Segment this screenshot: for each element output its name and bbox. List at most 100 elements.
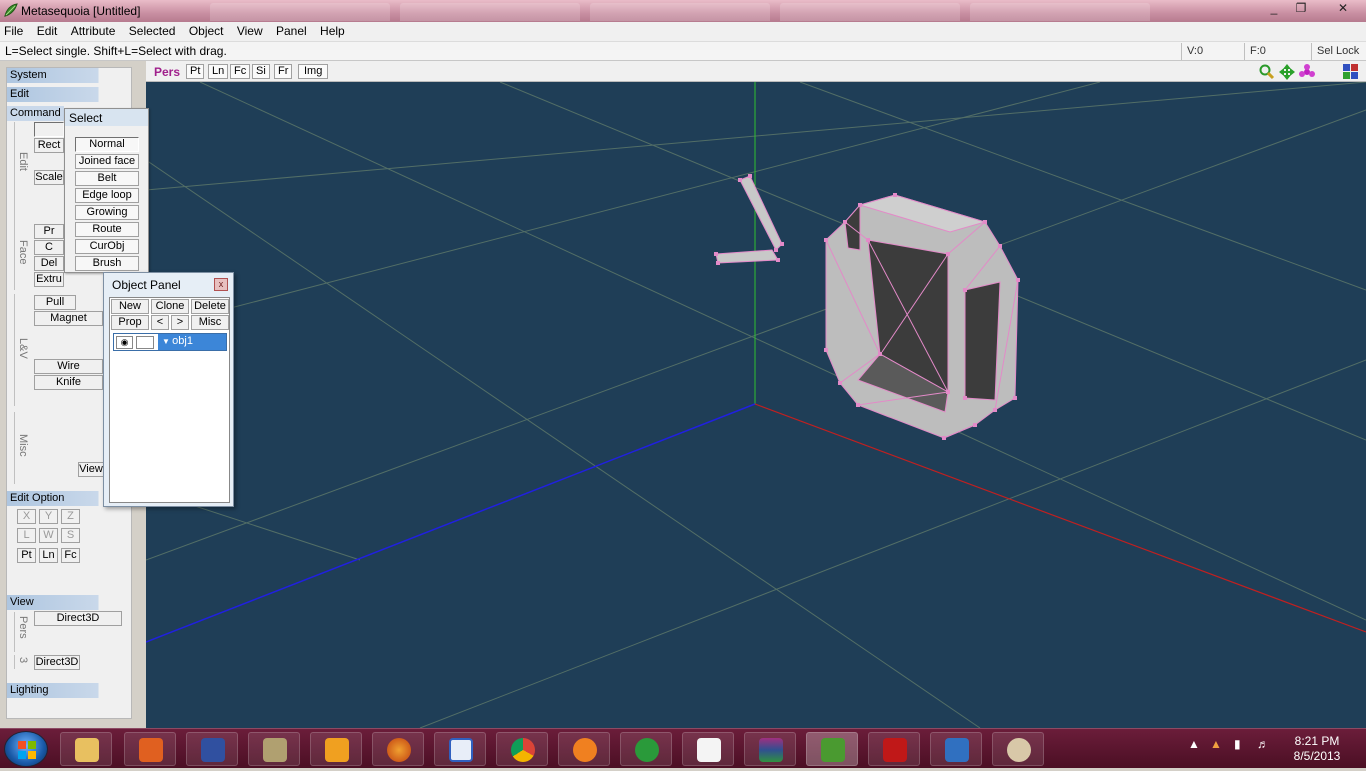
wire-tool-button[interactable]: Wire <box>34 359 103 374</box>
tray-expand-icon[interactable]: ▲ <box>1188 737 1200 751</box>
taskbar-utorrent[interactable] <box>620 732 672 766</box>
menu-attribute[interactable]: Attribute <box>67 22 120 38</box>
close-button[interactable]: ✕ <box>1330 1 1356 17</box>
push-tool-button[interactable]: Pr <box>34 224 64 239</box>
lighting-section-header[interactable]: Lighting <box>7 683 129 698</box>
delete-object-button[interactable]: Delete <box>191 299 229 314</box>
pull-tool-button[interactable]: Pull <box>34 295 76 310</box>
frame-toggle[interactable]: Fr <box>274 64 293 79</box>
menu-object[interactable]: Object <box>185 22 228 38</box>
tray-volume-icon[interactable]: ♬ <box>1257 737 1269 751</box>
object-misc-button[interactable]: Misc <box>191 315 229 330</box>
taskbar-winrar[interactable] <box>744 732 796 766</box>
taskbar-firefox[interactable] <box>372 732 424 766</box>
rect-tool-button[interactable]: Rect <box>34 138 64 153</box>
taskbar-office[interactable] <box>124 732 176 766</box>
rotate-icon[interactable] <box>1299 64 1315 80</box>
edit-faces-toggle[interactable]: Fc <box>61 548 80 563</box>
tray-network-icon[interactable]: ▮ <box>1234 737 1241 751</box>
select-brush-option[interactable]: Brush <box>75 256 139 271</box>
minimize-button[interactable]: _ <box>1262 1 1286 17</box>
start-button[interactable] <box>4 731 48 767</box>
tray-app-icon[interactable]: ▲ <box>1210 737 1222 751</box>
world-coords-toggle[interactable]: W <box>39 528 58 543</box>
taskbar-cutter[interactable] <box>930 732 982 766</box>
taskbar-video-editor[interactable] <box>248 732 300 766</box>
menu-help[interactable]: Help <box>316 22 349 38</box>
new-object-button[interactable]: New <box>111 299 149 314</box>
pan-icon[interactable] <box>1279 64 1295 80</box>
select-route-option[interactable]: Route <box>75 222 139 237</box>
view-section-header[interactable]: View <box>7 595 129 610</box>
taskbar-chrome[interactable] <box>496 732 548 766</box>
menu-selected[interactable]: Selected <box>125 22 180 38</box>
select-joined-face-option[interactable]: Joined face <box>75 154 139 169</box>
magnet-tool-button[interactable]: Magnet <box>34 311 103 326</box>
taskbar-explorer[interactable] <box>60 732 112 766</box>
mesh-body[interactable] <box>824 193 1020 440</box>
select-normal-option[interactable]: Normal <box>75 137 139 152</box>
taskbar-blender[interactable] <box>558 732 610 766</box>
select-belt-option[interactable]: Belt <box>75 171 139 186</box>
object-name-selected[interactable]: ▼ obj1 <box>158 334 226 350</box>
image-toggle[interactable]: Img <box>298 64 329 79</box>
object-properties-button[interactable]: Prop <box>111 315 149 330</box>
axis-z-toggle[interactable]: Z <box>61 509 80 524</box>
visibility-eye-icon[interactable]: ◉ <box>116 336 133 349</box>
background-browser-tab <box>590 3 770 21</box>
select-tool-button[interactable] <box>34 122 64 137</box>
taskbar-file[interactable] <box>682 732 734 766</box>
edit-lines-toggle[interactable]: Ln <box>39 548 58 563</box>
direct3d-bottom-button[interactable]: Direct3D <box>34 655 80 670</box>
zoom-icon[interactable] <box>1259 64 1275 80</box>
object-panel-close-button[interactable]: x <box>214 278 228 291</box>
clone-object-button[interactable]: Clone <box>151 299 189 314</box>
move-object-down-button[interactable]: > <box>171 315 189 330</box>
3d-viewport[interactable] <box>146 82 1366 728</box>
x-axis <box>754 403 1366 633</box>
silhouette-toggle[interactable]: Si <box>252 64 270 79</box>
delete-tool-button[interactable]: Del <box>34 256 64 271</box>
taskbar-media-player[interactable] <box>310 732 362 766</box>
axis-x-toggle[interactable]: X <box>17 509 36 524</box>
system-clock[interactable]: 8:21 PM 8/5/2013 <box>1282 734 1352 764</box>
expand-triangle-icon[interactable]: ▼ <box>162 337 172 346</box>
extrude-tool-button[interactable]: Extru <box>34 272 64 287</box>
scale-tool-button[interactable]: Scale <box>34 170 64 185</box>
select-edge-loop-option[interactable]: Edge loop <box>75 188 139 203</box>
show-faces-toggle[interactable]: Fc <box>230 64 251 79</box>
sel-lock-toggle[interactable]: Sel Lock <box>1311 43 1366 60</box>
local-coords-toggle[interactable]: L <box>17 528 36 543</box>
projection-mode[interactable]: Pers <box>154 65 180 79</box>
menu-file[interactable]: File <box>0 22 27 38</box>
show-points-toggle[interactable]: Pt <box>186 64 205 79</box>
scene-canvas[interactable] <box>146 82 1366 728</box>
taskbar-paint[interactable] <box>992 732 1044 766</box>
system-section-header[interactable]: System <box>7 68 129 83</box>
view-tool-button[interactable]: View <box>78 462 104 477</box>
object-list-row[interactable]: ◉ ▼ obj1 <box>113 333 227 351</box>
lock-toggle[interactable] <box>136 336 154 349</box>
maximize-button[interactable]: ❐ <box>1289 1 1313 17</box>
select-growing-option[interactable]: Growing <box>75 205 139 220</box>
screen-coords-toggle[interactable]: S <box>61 528 80 543</box>
menu-view[interactable]: View <box>233 22 267 38</box>
select-curobj-option[interactable]: CurObj <box>75 239 139 254</box>
knife-tool-button[interactable]: Knife <box>34 375 103 390</box>
menu-panel[interactable]: Panel <box>272 22 311 38</box>
edit-points-toggle[interactable]: Pt <box>17 548 36 563</box>
move-object-up-button[interactable]: < <box>151 315 169 330</box>
axis-y-toggle[interactable]: Y <box>39 509 58 524</box>
show-lines-toggle[interactable]: Ln <box>208 64 229 79</box>
create-tool-button[interactable]: C <box>34 240 64 255</box>
multi-view-icon[interactable] <box>1343 64 1358 79</box>
command-section-header[interactable]: Command <box>7 106 64 121</box>
menu-edit[interactable]: Edit <box>33 22 62 38</box>
taskbar-wizard[interactable] <box>186 732 238 766</box>
mesh-arm[interactable] <box>714 174 784 265</box>
edit-section-header[interactable]: Edit <box>7 87 129 102</box>
direct3d-top-button[interactable]: Direct3D <box>34 611 122 626</box>
taskbar-acrobat[interactable] <box>868 732 920 766</box>
taskbar-document[interactable] <box>434 732 486 766</box>
taskbar-metasequoia[interactable] <box>806 732 858 766</box>
